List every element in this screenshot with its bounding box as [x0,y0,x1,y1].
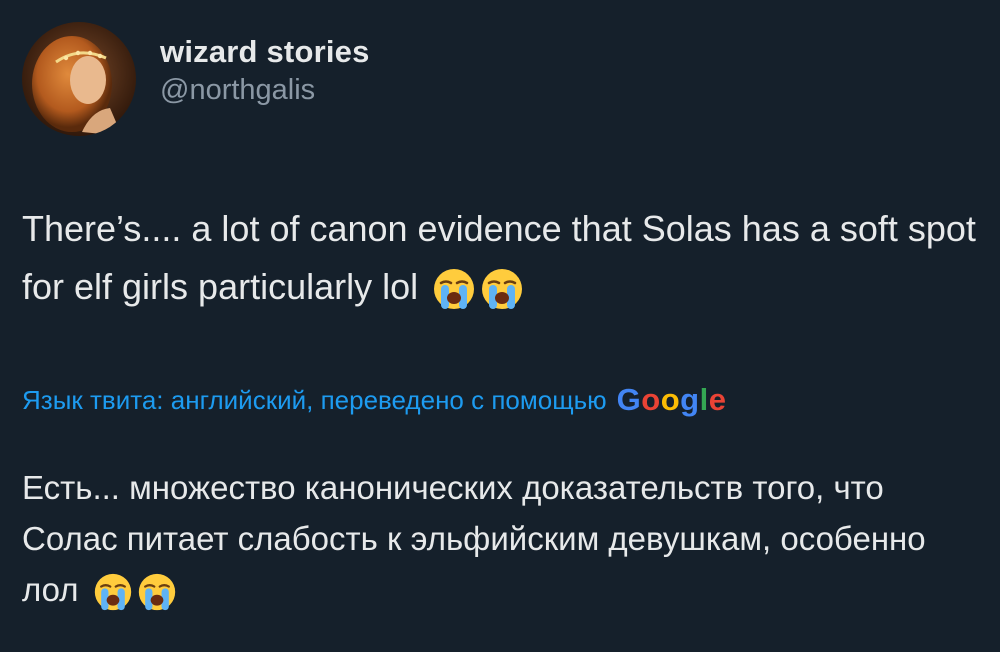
translation-note-label: Язык твита: английский, переведено с пом… [22,384,607,415]
google-logo: Google [617,382,727,418]
tweet-text: There’s.... a lot of canon evidence that… [22,200,982,316]
google-logo-letter: o [641,382,661,417]
google-logo-letter: e [708,382,727,417]
author-display-name[interactable]: wizard stories [160,33,370,70]
google-logo-letter: l [699,382,709,417]
google-logo-letter: G [616,382,642,417]
loudly-crying-face-emoji [480,267,524,311]
author-names: wizard stories @northgalis [160,33,370,110]
author-handle[interactable]: @northgalis [160,72,370,110]
loudly-crying-face-emoji [432,267,476,311]
loudly-crying-face-emoji [93,572,133,612]
google-logo-letter: o [660,382,681,417]
loudly-crying-face-emoji [137,572,177,612]
tweet-header: wizard stories @northgalis [22,22,370,136]
google-logo-letter: g [680,382,700,417]
translation-note[interactable]: Язык твита: английский, переведено с пом… [22,382,726,418]
avatar[interactable] [22,22,136,136]
translated-text: Есть... множество канонических доказател… [22,462,982,615]
